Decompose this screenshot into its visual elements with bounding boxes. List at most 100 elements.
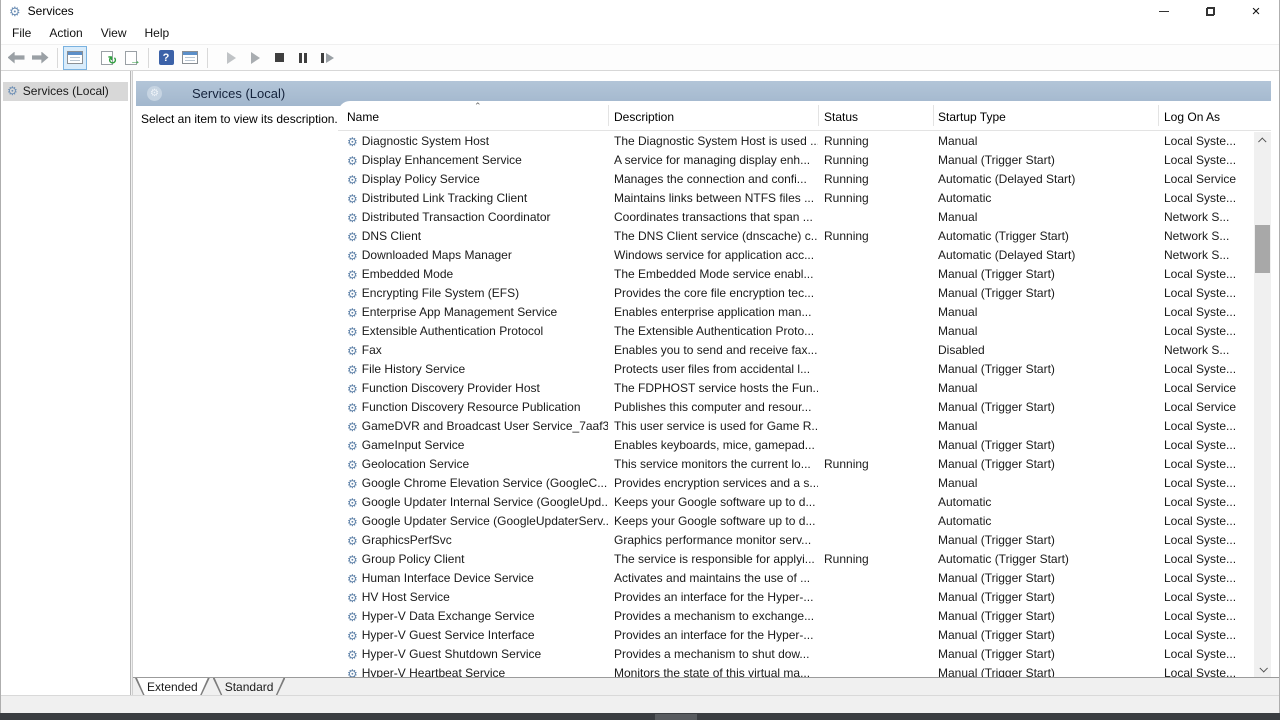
table-row[interactable]: ⚙GraphicsPerfSvc Graphics performance mo… — [338, 531, 1254, 550]
menu-view[interactable]: View — [92, 23, 136, 43]
table-row[interactable]: ⚙Enterprise App Management Service Enabl… — [338, 303, 1254, 322]
table-row[interactable]: ⚙Display Policy Service Manages the conn… — [338, 170, 1254, 189]
tab-extended[interactable]: Extended — [135, 678, 210, 697]
table-row[interactable]: ⚙Hyper-V Guest Service Interface Provide… — [338, 626, 1254, 645]
table-row[interactable]: ⚙HV Host Service Provides an interface f… — [338, 588, 1254, 607]
table-row[interactable]: ⚙Function Discovery Provider Host The FD… — [338, 379, 1254, 398]
table-row[interactable]: ⚙GameInput Service Enables keyboards, mi… — [338, 436, 1254, 455]
service-gear-icon: ⚙ — [347, 402, 358, 414]
service-status-cell: Running — [818, 455, 933, 474]
service-startup-type-cell: Manual — [933, 132, 1158, 151]
service-name-cell: ⚙Diagnostic System Host — [338, 132, 608, 151]
service-name-cell: ⚙Group Policy Client — [338, 550, 608, 569]
export-list-button[interactable]: → — [119, 46, 143, 70]
table-row[interactable]: ⚙Encrypting File System (EFS) Provides t… — [338, 284, 1254, 303]
table-row[interactable]: ⚙Hyper-V Data Exchange Service Provides … — [338, 607, 1254, 626]
restart-icon — [321, 53, 334, 63]
table-row[interactable]: ⚙Google Updater Service (GoogleUpdaterSe… — [338, 512, 1254, 531]
scroll-down-button[interactable] — [1254, 660, 1271, 677]
sort-ascending-icon: ⌃ — [474, 101, 482, 112]
column-divider[interactable] — [608, 105, 609, 126]
table-row[interactable]: ⚙DNS Client The DNS Client service (dnsc… — [338, 227, 1254, 246]
scrollbar-thumb[interactable] — [1255, 225, 1270, 273]
stop-service-button[interactable] — [267, 46, 291, 70]
service-description-cell: Protects user files from accidental l... — [608, 360, 818, 379]
service-description-cell: Activates and maintains the use of ... — [608, 569, 818, 588]
table-row[interactable]: ⚙Google Chrome Elevation Service (Google… — [338, 474, 1254, 493]
table-row[interactable]: ⚙Google Updater Internal Service (Google… — [338, 493, 1254, 512]
service-name-cell: ⚙Encrypting File System (EFS) — [338, 284, 608, 303]
service-gear-icon: ⚙ — [347, 421, 358, 433]
pause-service-button[interactable] — [291, 46, 315, 70]
services-window: ⚙ Services × File Action View Help ↻ → ? — [0, 0, 1280, 713]
help-button[interactable]: ? — [154, 46, 178, 70]
table-row[interactable]: ⚙Distributed Link Tracking Client Mainta… — [338, 189, 1254, 208]
service-gear-icon: ⚙ — [347, 269, 358, 281]
column-divider[interactable] — [1158, 105, 1159, 126]
table-row[interactable]: ⚙Diagnostic System Host The Diagnostic S… — [338, 132, 1254, 151]
menu-action[interactable]: Action — [40, 23, 91, 43]
column-header-name[interactable]: Name — [347, 110, 379, 124]
table-row[interactable]: ⚙Function Discovery Resource Publication… — [338, 398, 1254, 417]
resume-service-button[interactable] — [243, 46, 267, 70]
column-header-status[interactable]: Status — [824, 110, 858, 124]
service-name-cell: ⚙Fax — [338, 341, 608, 360]
back-button[interactable] — [4, 46, 28, 70]
restore-button[interactable] — [1187, 0, 1233, 22]
restart-service-button[interactable] — [315, 46, 339, 70]
service-description-cell: Maintains links between NTFS files ... — [608, 189, 818, 208]
service-name-cell: ⚙GameDVR and Broadcast User Service_7aaf… — [338, 417, 608, 436]
service-description-cell: Publishes this computer and resour... — [608, 398, 818, 417]
service-gear-icon: ⚙ — [347, 326, 358, 338]
column-header-startup-type[interactable]: Startup Type — [938, 110, 1006, 124]
service-log-on-as-cell: Local Syste... — [1158, 455, 1254, 474]
taskbar-item[interactable] — [655, 714, 697, 720]
description-hint: Select an item to view its description. — [141, 112, 341, 126]
table-row[interactable]: ⚙Extensible Authentication Protocol The … — [338, 322, 1254, 341]
table-row[interactable]: ⚙Display Enhancement Service A service f… — [338, 151, 1254, 170]
service-description-cell: A service for managing display enh... — [608, 151, 818, 170]
service-description-cell: The DNS Client service (dnscache) c... — [608, 227, 818, 246]
service-description-cell: Monitors the state of this virtual ma... — [608, 664, 818, 677]
menu-file[interactable]: File — [3, 23, 40, 43]
service-gear-icon: ⚙ — [347, 440, 358, 452]
column-divider[interactable] — [818, 105, 819, 126]
table-row[interactable]: ⚙Hyper-V Guest Shutdown Service Provides… — [338, 645, 1254, 664]
column-header-description[interactable]: Description — [614, 110, 674, 124]
pause-icon — [299, 53, 307, 63]
taskbar[interactable] — [0, 713, 1280, 720]
service-description-cell: The Diagnostic System Host is used ... — [608, 132, 818, 151]
service-gear-icon: ⚙ — [347, 573, 358, 585]
service-log-on-as-cell: Network S... — [1158, 208, 1254, 227]
table-row[interactable]: ⚙Embedded Mode The Embedded Mode service… — [338, 265, 1254, 284]
table-row[interactable]: ⚙Distributed Transaction Coordinator Coo… — [338, 208, 1254, 227]
service-gear-icon: ⚙ — [347, 288, 358, 300]
start-service-button[interactable] — [219, 46, 243, 70]
refresh-button[interactable]: ↻ — [95, 46, 119, 70]
service-startup-type-cell: Manual (Trigger Start) — [933, 265, 1158, 284]
minimize-button[interactable] — [1141, 0, 1187, 22]
column-header-log-on-as[interactable]: Log On As — [1164, 110, 1220, 124]
table-row[interactable]: ⚙Hyper-V Heartbeat Service Monitors the … — [338, 664, 1254, 677]
table-row[interactable]: ⚙File History Service Protects user file… — [338, 360, 1254, 379]
table-row[interactable]: ⚙GameDVR and Broadcast User Service_7aaf… — [338, 417, 1254, 436]
sidebar-item-services-local[interactable]: ⚙ Services (Local) — [3, 82, 128, 101]
service-log-on-as-cell: Local Syste... — [1158, 664, 1254, 677]
service-gear-icon: ⚙ — [347, 630, 358, 642]
show-console-tree-button[interactable] — [63, 46, 87, 70]
forward-button[interactable] — [28, 46, 52, 70]
column-divider[interactable] — [933, 105, 934, 126]
close-button[interactable]: × — [1233, 0, 1279, 22]
service-name-cell: ⚙Function Discovery Resource Publication — [338, 398, 608, 417]
vertical-scrollbar[interactable] — [1254, 132, 1271, 677]
table-row[interactable]: ⚙Human Interface Device Service Activate… — [338, 569, 1254, 588]
scroll-up-button[interactable] — [1254, 132, 1271, 149]
service-log-on-as-cell: Local Syste... — [1158, 588, 1254, 607]
menu-help[interactable]: Help — [136, 23, 179, 43]
table-row[interactable]: ⚙Geolocation Service This service monito… — [338, 455, 1254, 474]
tab-standard[interactable]: Standard — [213, 678, 286, 697]
table-row[interactable]: ⚙Fax Enables you to send and receive fax… — [338, 341, 1254, 360]
table-row[interactable]: ⚙Downloaded Maps Manager Windows service… — [338, 246, 1254, 265]
table-row[interactable]: ⚙Group Policy Client The service is resp… — [338, 550, 1254, 569]
action-pane-button[interactable] — [178, 46, 202, 70]
